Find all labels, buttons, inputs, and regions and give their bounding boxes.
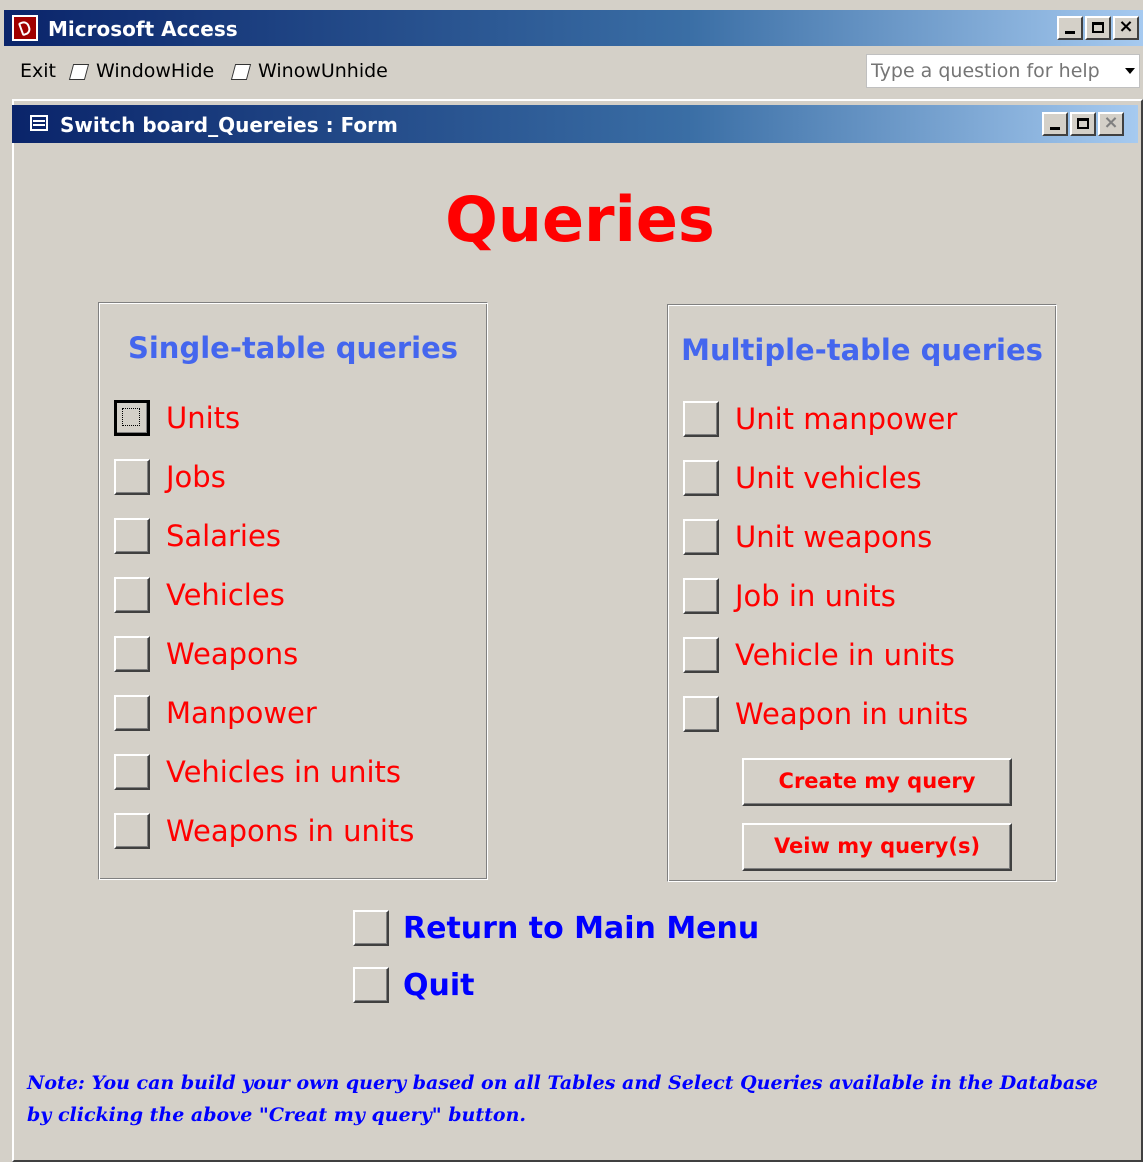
option-label: Manpower [166, 696, 317, 730]
option-label: Weapon in units [735, 697, 969, 731]
list-item-salaries[interactable]: Salaries [114, 518, 281, 554]
list-item-weapons-in-units[interactable]: Weapons in units [114, 813, 414, 849]
option-label: Unit vehicles [735, 461, 922, 495]
menu-exit-label: Exit [20, 60, 56, 82]
salaries-option-button[interactable] [114, 518, 150, 554]
list-item-unit-vehicles[interactable]: Unit vehicles [683, 460, 922, 496]
menu-window-hide[interactable]: WindowHide [70, 60, 214, 82]
app-maximize-button[interactable] [1085, 16, 1111, 40]
app-title-bar[interactable]: Microsoft Access × [4, 10, 1143, 46]
form-window-controls: × [1042, 112, 1124, 136]
page-heading-text: Queries [445, 183, 715, 256]
unit-weapons-option-button[interactable] [683, 519, 719, 555]
single-table-title: Single-table queries [127, 331, 459, 365]
list-item-unit-weapons[interactable]: Unit weapons [683, 519, 932, 555]
create-my-query-button[interactable]: Create my query [742, 758, 1012, 806]
form-close-button[interactable]: × [1098, 112, 1124, 136]
option-label: Job in units [735, 579, 896, 613]
app-close-button[interactable]: × [1113, 16, 1139, 40]
option-label: Jobs [166, 460, 226, 494]
form-body: Queries Single-table queries Units Jobs … [22, 143, 1138, 1153]
list-item-jobs[interactable]: Jobs [114, 459, 226, 495]
macro-icon [70, 63, 88, 80]
dropdown-arrow-icon[interactable] [1125, 68, 1135, 74]
maximize-icon [1077, 118, 1089, 129]
form-minimize-button[interactable] [1042, 112, 1068, 136]
return-to-main-menu-button[interactable] [353, 910, 389, 946]
weapons-in-units-option-button[interactable] [114, 813, 150, 849]
macro-icon [232, 63, 250, 80]
menu-bar: Exit WindowHide WinowUnhide [0, 48, 1143, 94]
list-item-vehicles[interactable]: Vehicles [114, 577, 285, 613]
list-item-weapons[interactable]: Weapons [114, 636, 298, 672]
quit-button[interactable] [353, 967, 389, 1003]
access-key-icon[interactable] [12, 15, 38, 41]
unit-vehicles-option-button[interactable] [683, 460, 719, 496]
menu-window-unhide[interactable]: WinowUnhide [232, 60, 388, 82]
manpower-option-button[interactable] [114, 695, 150, 731]
option-label: Vehicles in units [166, 755, 401, 789]
option-label: Weapons in units [166, 814, 415, 848]
app-minimize-button[interactable] [1057, 16, 1083, 40]
minimize-icon [1065, 31, 1075, 34]
vehicles-in-units-option-button[interactable] [114, 754, 150, 790]
unit-manpower-option-button[interactable] [683, 401, 719, 437]
app-title: Microsoft Access [48, 17, 238, 41]
multiple-table-title: Multiple-table queries [681, 333, 1043, 367]
jobs-option-button[interactable] [114, 459, 150, 495]
list-item-units[interactable]: Units [114, 400, 240, 436]
help-question-input[interactable] [869, 56, 1113, 86]
note-text: Note: You can build your own query based… [27, 1072, 1099, 1126]
single-table-group: Single-table queries Units Jobs Salaries… [98, 302, 488, 880]
menu-window-unhide-label: WinowUnhide [258, 60, 388, 82]
weapons-option-button[interactable] [114, 636, 150, 672]
list-item-unit-manpower[interactable]: Unit manpower [683, 401, 957, 437]
vehicle-in-units-option-button[interactable] [683, 637, 719, 673]
access-application-window: Microsoft Access × Exit WindowHide Winow… [0, 0, 1143, 1162]
app-window-controls: × [1057, 16, 1139, 40]
option-label: Vehicle in units [735, 638, 955, 672]
list-item-manpower[interactable]: Manpower [114, 695, 317, 731]
menu-exit[interactable]: Exit [20, 60, 56, 82]
form-title: Switch board_Quereies : Form [60, 113, 398, 137]
help-question-box[interactable] [866, 54, 1140, 88]
maximize-icon [1092, 22, 1104, 33]
list-item-weapon-in-units[interactable]: Weapon in units [683, 696, 968, 732]
page-heading: Queries [22, 183, 1138, 256]
form-maximize-button[interactable] [1070, 112, 1096, 136]
list-item-vehicle-in-units[interactable]: Vehicle in units [683, 637, 955, 673]
multiple-table-group: Multiple-table queries Unit manpower Uni… [667, 304, 1057, 882]
option-label: Unit manpower [735, 402, 958, 436]
list-item-vehicles-in-units[interactable]: Vehicles in units [114, 754, 401, 790]
quit-label: Quit [403, 967, 475, 1003]
view-my-queries-button[interactable]: Veiw my query(s) [742, 823, 1012, 871]
job-in-units-option-button[interactable] [683, 578, 719, 614]
return-to-main-menu-label: Return to Main Menu [403, 910, 760, 946]
option-label: Vehicles [166, 578, 285, 612]
units-option-button[interactable] [114, 400, 150, 436]
menu-window-hide-label: WindowHide [96, 60, 215, 82]
form-icon[interactable] [30, 115, 48, 131]
form-title-bar[interactable]: Switch board_Quereies : Form × [12, 105, 1138, 143]
option-label: Unit weapons [735, 520, 933, 554]
quit[interactable]: Quit [353, 967, 474, 1003]
option-label: Salaries [166, 519, 281, 553]
vehicles-option-button[interactable] [114, 577, 150, 613]
close-icon: × [1118, 16, 1134, 37]
weapon-in-units-option-button[interactable] [683, 696, 719, 732]
option-label: Weapons [166, 637, 299, 671]
close-icon: × [1103, 112, 1119, 133]
return-to-main-menu[interactable]: Return to Main Menu [353, 910, 759, 946]
option-label: Units [166, 401, 241, 435]
minimize-icon [1050, 127, 1060, 130]
list-item-job-in-units[interactable]: Job in units [683, 578, 896, 614]
